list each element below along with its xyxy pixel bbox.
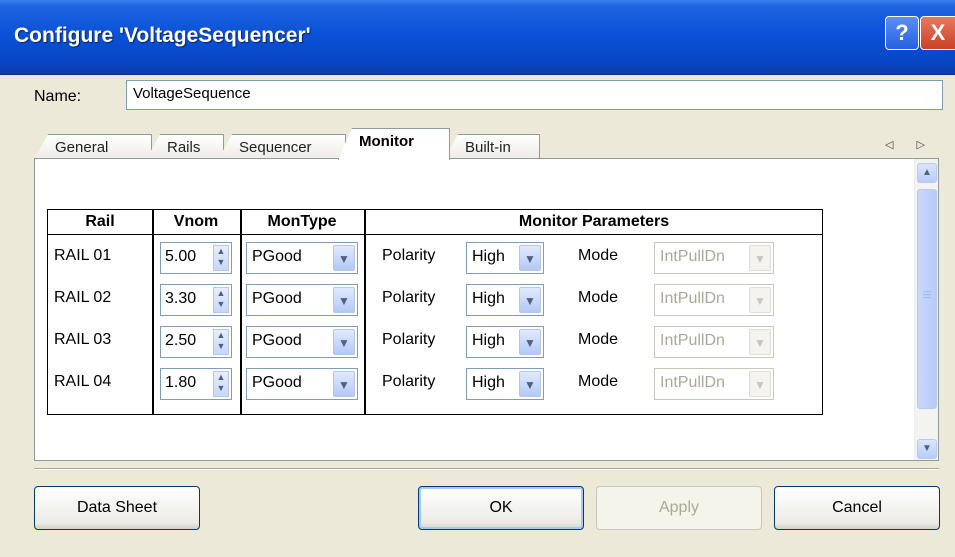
tab-sequencer[interactable]: Sequencer	[218, 134, 346, 160]
tab-general[interactable]: General	[34, 134, 152, 160]
tab-strip: General Rails Sequencer Monitor Built-in…	[34, 128, 939, 160]
chevron-down-icon[interactable]: ▼	[333, 245, 355, 271]
montype-select[interactable]: PGood ▼	[246, 326, 358, 358]
chevron-down-icon: ▼	[749, 371, 771, 397]
header-montype: MonType	[267, 213, 337, 230]
name-label: Name:	[34, 88, 82, 105]
polarity-label: Polarity	[382, 289, 436, 306]
montype-select[interactable]: PGood ▼	[246, 368, 358, 400]
mode-select: IntPullDn ▼	[654, 326, 774, 358]
chevron-down-icon: ▼	[749, 329, 771, 355]
spin-updown-icon[interactable]: ▲ ▼	[213, 329, 229, 355]
chevron-down-icon[interactable]: ▼	[333, 329, 355, 355]
chevron-down-icon[interactable]: ▼	[519, 329, 541, 355]
scrollbar-thumb[interactable]: — — —	[917, 189, 937, 409]
data-sheet-button[interactable]: Data Sheet	[34, 486, 200, 530]
tab-rails[interactable]: Rails	[146, 134, 224, 160]
mode-select: IntPullDn ▼	[654, 284, 774, 316]
rail-label: RAIL 03	[54, 331, 112, 348]
mode-label: Mode	[578, 331, 619, 348]
rail-label: RAIL 01	[54, 247, 112, 264]
vnom-spinner[interactable]: 3.30 ▲ ▼	[160, 284, 232, 316]
chevron-down-icon[interactable]: ▼	[519, 245, 541, 271]
vnom-spinner[interactable]: 5.00 ▲ ▼	[160, 242, 232, 274]
header-vnom: Vnom	[173, 213, 219, 230]
polarity-label: Polarity	[382, 247, 436, 264]
polarity-select[interactable]: High ▼	[466, 326, 544, 358]
mode-select: IntPullDn ▼	[654, 368, 774, 400]
mode-select: IntPullDn ▼	[654, 242, 774, 274]
chevron-down-icon[interactable]: ▼	[333, 287, 355, 313]
name-input[interactable]: VoltageSequence	[126, 80, 943, 110]
mode-label: Mode	[578, 373, 619, 390]
title-bar[interactable]: Configure 'VoltageSequencer' ? X	[0, 0, 955, 75]
tab-built-in[interactable]: Built-in	[444, 134, 540, 160]
vertical-scrollbar[interactable]: ▲ — — — ▼	[914, 159, 938, 460]
polarity-label: Polarity	[382, 331, 436, 348]
chevron-down-icon: ▼	[749, 287, 771, 313]
vnom-spinner[interactable]: 2.50 ▲ ▼	[160, 326, 232, 358]
tab-scroll-arrows[interactable]: ◁ ▷	[885, 138, 935, 151]
polarity-select[interactable]: High ▼	[466, 368, 544, 400]
montype-select[interactable]: PGood ▼	[246, 242, 358, 274]
tab-monitor[interactable]: Monitor	[338, 128, 450, 160]
mode-label: Mode	[578, 289, 619, 306]
header-rail: Rail	[85, 213, 115, 230]
ok-button[interactable]: OK	[418, 486, 584, 530]
monitor-panel: Rail Vnom MonType Monitor Parameters RAI…	[34, 158, 939, 461]
chevron-down-icon[interactable]: ▼	[519, 371, 541, 397]
spin-updown-icon[interactable]: ▲ ▼	[213, 287, 229, 313]
spin-updown-icon[interactable]: ▲ ▼	[213, 245, 229, 271]
polarity-label: Polarity	[382, 373, 436, 390]
close-button[interactable]: X	[920, 16, 955, 50]
polarity-select[interactable]: High ▼	[466, 242, 544, 274]
polarity-select[interactable]: High ▼	[466, 284, 544, 316]
monitor-table: Rail Vnom MonType Monitor Parameters RAI…	[47, 209, 823, 415]
chevron-up-icon[interactable]: ▲	[917, 163, 937, 183]
footer-divider	[34, 468, 939, 470]
rail-label: RAIL 02	[54, 289, 112, 306]
spin-updown-icon[interactable]: ▲ ▼	[213, 371, 229, 397]
chevron-down-icon[interactable]: ▼	[917, 439, 937, 459]
header-monitor-parameters: Monitor Parameters	[518, 213, 670, 230]
help-button[interactable]: ?	[885, 16, 919, 50]
window-title: Configure 'VoltageSequencer'	[14, 24, 311, 47]
rail-label: RAIL 04	[54, 373, 112, 390]
chevron-down-icon[interactable]: ▼	[333, 371, 355, 397]
mode-label: Mode	[578, 247, 619, 264]
chevron-down-icon[interactable]: ▼	[519, 287, 541, 313]
apply-button[interactable]: Apply	[596, 486, 762, 530]
montype-select[interactable]: PGood ▼	[246, 284, 358, 316]
vnom-spinner[interactable]: 1.80 ▲ ▼	[160, 368, 232, 400]
chevron-down-icon: ▼	[749, 245, 771, 271]
cancel-button[interactable]: Cancel	[774, 486, 940, 530]
